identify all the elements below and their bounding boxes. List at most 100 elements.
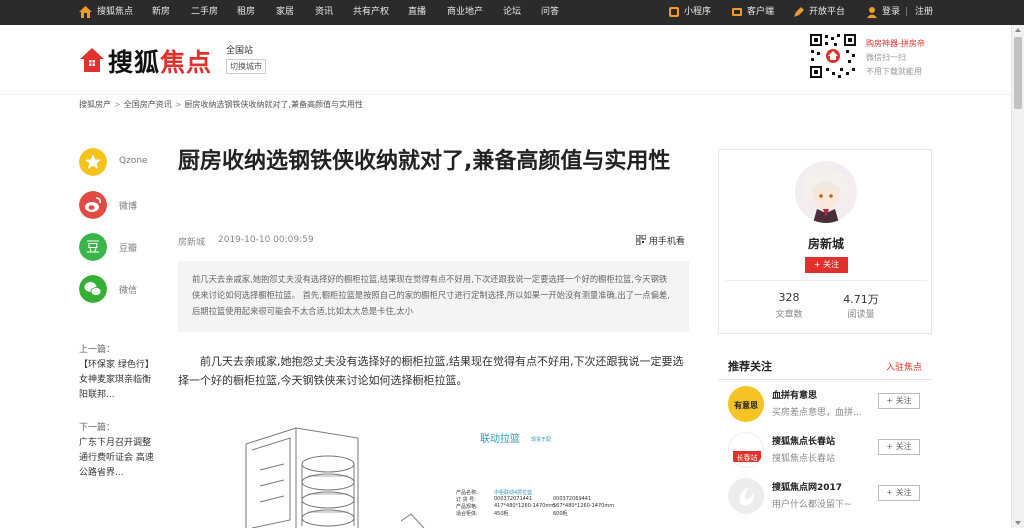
page-scrollbar[interactable]	[1011, 25, 1024, 528]
nav-link-open-platform[interactable]: 开放平台	[809, 0, 845, 25]
nav-link-rent[interactable]: 租房	[237, 0, 255, 25]
rec-name[interactable]: 搜狐焦点长春站	[772, 434, 835, 447]
switch-city-button[interactable]: 切换城市	[226, 59, 266, 74]
login-link[interactable]: 登录	[882, 0, 900, 25]
rec-name[interactable]: 血拼有意思	[772, 388, 817, 401]
recommended-item[interactable]: 搜狐焦点网2017 用户什么都没留下~ + 关注	[728, 478, 928, 514]
spec-value: 中柜联动4层拉篮	[494, 490, 533, 496]
nav-link-commercial[interactable]: 商业地产	[447, 0, 483, 25]
nav-link-second-hand[interactable]: 二手房	[191, 0, 218, 25]
rec-desc: 搜狐焦点长春站	[772, 454, 836, 464]
nav-link-shared-ownership[interactable]: 共有产权	[353, 0, 389, 25]
nav-link-home[interactable]: 搜狐焦点	[97, 0, 133, 25]
nav-link-qa[interactable]: 问答	[541, 0, 559, 25]
spec-value: 600柜	[553, 511, 568, 517]
next-article-link[interactable]: 广东下月召开调整通行费听证会 高速公路省界...	[79, 436, 155, 481]
follow-author-button[interactable]: + 关注	[805, 257, 848, 273]
share-label: 微信	[119, 286, 138, 296]
article-summary: 前几天去亲戚家,她抱怨丈夫没有选择好的橱柜拉篮,结果现在觉得有点不好用,下次还跟…	[178, 261, 689, 332]
read-on-phone-button[interactable]: 用手机看	[635, 234, 685, 247]
mobile-client-icon	[732, 8, 742, 16]
promo-title[interactable]: 购房神器-拼房帝	[866, 38, 925, 49]
nav-link-mini-program[interactable]: 小程序	[684, 0, 711, 25]
prev-article-title: 上一篇：	[79, 345, 116, 355]
focus2017-logo[interactable]	[728, 478, 764, 514]
user-icon	[867, 7, 877, 18]
rec-name[interactable]: 搜狐焦点网2017	[772, 480, 842, 493]
rec-follow-button[interactable]: + 关注	[878, 439, 920, 455]
breadcrumb-current: 厨房收纳选钢铁侠收纳就对了,兼备高颜值与实用性	[184, 100, 363, 109]
breadcrumb-sep: >	[114, 100, 121, 109]
nav-link-forum[interactable]: 论坛	[503, 0, 521, 25]
rec-desc: 用户什么都没留下~	[772, 500, 852, 510]
nav-link-new-house[interactable]: 新房	[152, 0, 170, 25]
read-on-phone-label: 用手机看	[648, 237, 685, 247]
share-label: Qzone	[119, 156, 148, 166]
recommended-item[interactable]: 长春站 搜狐焦点长春站 搜狐焦点长春站 + 关注	[728, 432, 928, 468]
prev-article-link[interactable]: 【环保家 绿色行】女神麦家琪亲临衡阳联邦...	[79, 358, 155, 403]
pull-basket-product-image	[245, 427, 425, 528]
recommended-header: 推荐关注 入驻焦点	[718, 350, 932, 380]
spec-value: 000372071441	[494, 496, 533, 502]
weibo-icon	[79, 191, 107, 219]
share-label: 豆瓣	[119, 244, 138, 254]
share-weibo-button[interactable]: 微博	[79, 191, 169, 221]
breadcrumb-sep: >	[174, 100, 182, 109]
recommended-item[interactable]: 有意思 血拼有意思 买房差点意思，血拼... + 关注	[728, 386, 928, 422]
rec-follow-button[interactable]: + 关注	[878, 393, 920, 409]
author-avatar[interactable]	[795, 161, 857, 223]
xuepin-logo[interactable]: 有意思	[728, 386, 764, 422]
site-label: 全国站	[226, 46, 254, 56]
breadcrumb: 搜狐房产 > 全国房产资讯 > 厨房收纳选钢铁侠收纳就对了,兼备高颜值与实用性	[79, 99, 363, 110]
rec-follow-button[interactable]: + 关注	[878, 485, 920, 501]
nav-link-live[interactable]: 直播	[408, 0, 426, 25]
site-logo[interactable]: 搜狐焦点	[108, 43, 212, 79]
author-name[interactable]: 房新城	[719, 235, 933, 252]
share-qzone-button[interactable]: Qzone	[79, 148, 169, 178]
register-link[interactable]: 注册	[915, 0, 933, 25]
spec-value: 417*480*1260-1470mm	[494, 503, 556, 509]
mini-program-icon	[669, 7, 679, 17]
spec-value: 567*480*1260-1470mm	[553, 503, 615, 509]
scroll-up-arrow-icon[interactable]	[1015, 28, 1021, 32]
spec-value: 450柜	[494, 511, 509, 517]
promo-scan-text: 微信扫一扫	[866, 53, 906, 62]
rec-logo-text: 有意思	[734, 400, 758, 410]
sohu-focus-logo-icon[interactable]	[79, 47, 105, 73]
prev-article[interactable]: 上一篇： 【环保家 绿色行】女神麦家琪亲临衡阳联邦...	[79, 343, 155, 403]
nav-link-client[interactable]: 客户端	[747, 0, 774, 25]
scroll-down-arrow-icon[interactable]	[1015, 521, 1021, 525]
article-source[interactable]: 房新城	[178, 235, 205, 248]
scroll-thumb[interactable]	[1014, 37, 1022, 109]
share-label: 微博	[119, 202, 138, 212]
site-header: 搜狐焦点 全国站 切换城市 购房神器-拼房帝 微信扫一扫 不用下载就能用	[0, 25, 1024, 95]
article-title: 厨房收纳选钢铁侠收纳就对了,兼备高颜值与实用性	[178, 149, 671, 174]
top-nav-bar: 搜狐焦点 新房 二手房 租房 家居 资讯 共有产权 直播 商业地产 论坛 问答 …	[0, 0, 1024, 25]
join-focus-link[interactable]: 入驻焦点	[886, 360, 922, 373]
nav-link-news[interactable]: 资讯	[315, 0, 333, 25]
spec-label: 产品名称:	[456, 490, 478, 496]
qzone-icon	[79, 148, 107, 176]
spec-value: 000372069441	[553, 496, 592, 502]
breadcrumb-national-news[interactable]: 全国房产资讯	[124, 100, 172, 109]
nav-link-home-decor[interactable]: 家居	[276, 0, 294, 25]
rec-desc: 买房差点意思，血拼...	[772, 408, 862, 418]
promo-no-download-text: 不用下载就能用	[866, 67, 922, 76]
rec-logo-text: 长春站	[737, 453, 758, 462]
next-article[interactable]: 下一篇： 广东下月召开调整通行费听证会 高速公路省界...	[79, 421, 155, 481]
article-paragraph: 前几天去亲戚家,她抱怨丈夫没有选择好的橱柜拉篮,结果现在觉得有点不好用,下次还跟…	[178, 355, 684, 387]
figure-subtitle: 现货于配	[531, 437, 552, 443]
stats-divider	[725, 280, 927, 281]
breadcrumb-sohu-house[interactable]: 搜狐房产	[79, 100, 111, 109]
douban-icon: 豆	[79, 233, 107, 261]
changchun-logo[interactable]: 长春站	[728, 432, 764, 468]
share-wechat-button[interactable]: 微信	[79, 275, 169, 305]
qr-code-icon	[808, 32, 858, 80]
wechat-icon	[79, 275, 107, 303]
logo-text-focus: 焦点	[160, 48, 213, 77]
article-count: 328	[778, 291, 800, 304]
logo-text-sohu: 搜狐	[108, 48, 161, 77]
spec-label: 产品规格:	[456, 504, 478, 510]
article-date: 2019-10-10 00:09:59	[218, 235, 314, 245]
share-douban-button[interactable]: 豆 豆瓣	[79, 233, 169, 263]
